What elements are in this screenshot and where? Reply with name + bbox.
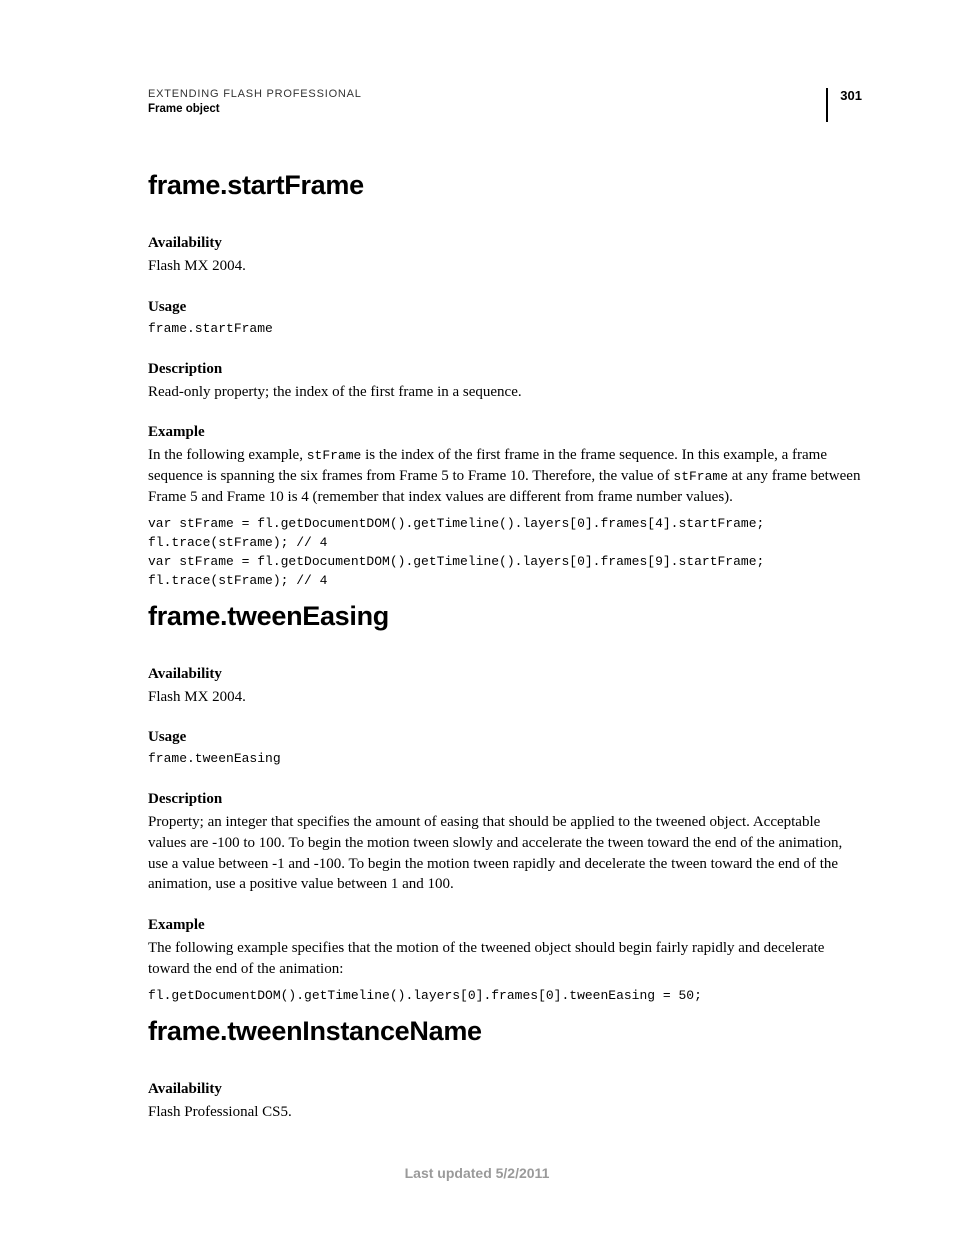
header-product: EXTENDING FLASH PROFESSIONAL <box>148 88 826 100</box>
topic-title-tweeneasing: frame.tweenEasing <box>148 601 862 632</box>
availability-text: Flash MX 2004. <box>148 687 862 708</box>
example-code: fl.getDocumentDOM().getTimeline().layers… <box>148 987 862 1006</box>
description-text: Property; an integer that specifies the … <box>148 812 862 895</box>
page-number: 301 <box>840 88 862 103</box>
example-text-part: In the following example, <box>148 447 307 463</box>
inline-code: stFrame <box>307 448 362 463</box>
example-heading: Example <box>148 917 862 934</box>
page-number-box: 301 <box>826 88 862 122</box>
availability-text: Flash Professional CS5. <box>148 1102 862 1123</box>
topic-title-tweeninstancename: frame.tweenInstanceName <box>148 1016 862 1047</box>
availability-heading: Availability <box>148 235 862 252</box>
availability-heading: Availability <box>148 1081 862 1098</box>
header-section: Frame object <box>148 103 826 115</box>
usage-code: frame.startFrame <box>148 320 862 339</box>
usage-code: frame.tweenEasing <box>148 750 862 769</box>
description-heading: Description <box>148 791 862 808</box>
example-code: var stFrame = fl.getDocumentDOM().getTim… <box>148 515 862 590</box>
running-header: EXTENDING FLASH PROFESSIONAL Frame objec… <box>148 88 862 122</box>
description-text: Read-only property; the index of the fir… <box>148 382 862 403</box>
topic-title-startframe: frame.startFrame <box>148 170 862 201</box>
example-heading: Example <box>148 424 862 441</box>
description-heading: Description <box>148 361 862 378</box>
inline-code: stFrame <box>673 469 728 484</box>
example-text: The following example specifies that the… <box>148 938 862 979</box>
example-text: In the following example, stFrame is the… <box>148 445 862 507</box>
usage-heading: Usage <box>148 299 862 316</box>
footer-last-updated: Last updated 5/2/2011 <box>0 1165 954 1181</box>
availability-heading: Availability <box>148 666 862 683</box>
usage-heading: Usage <box>148 729 862 746</box>
availability-text: Flash MX 2004. <box>148 256 862 277</box>
